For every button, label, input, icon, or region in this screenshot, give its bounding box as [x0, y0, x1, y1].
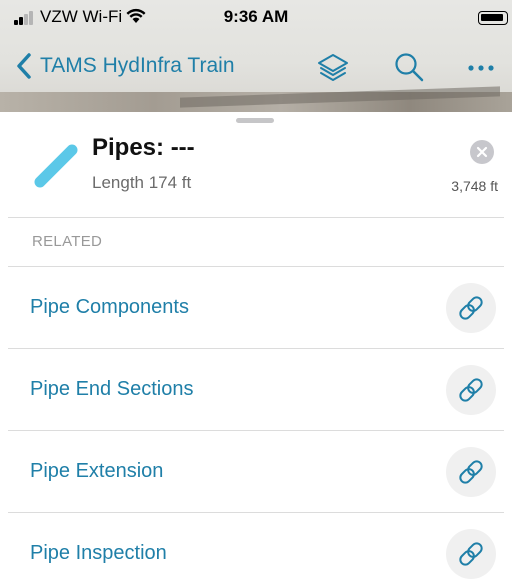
bottom-sheet: Pipes: --- Length 174 ft 3,748 ft RELATE… [8, 112, 504, 582]
close-icon [476, 146, 488, 158]
feature-subtitle: Length 174 ft [92, 173, 192, 192]
nav-bar: TAMS HydInfra Train [0, 44, 512, 88]
link-icon[interactable] [446, 365, 496, 415]
related-item-pipe-end-sections[interactable]: Pipe End Sections [8, 348, 504, 430]
link-icon[interactable] [446, 283, 496, 333]
related-item-label: Pipe End Sections [30, 378, 194, 400]
related-item-pipe-extension[interactable]: Pipe Extension [8, 430, 504, 512]
chevron-left-icon [17, 53, 31, 79]
feature-header: Pipes: --- Length 174 ft 3,748 ft [8, 112, 504, 218]
status-time: 9:36 AM [223, 7, 289, 26]
related-item-label: Pipe Inspection [30, 541, 167, 564]
related-list: Pipe Components Pipe End Sections Pipe E… [8, 266, 504, 582]
related-item-label: Pipe Extension [30, 460, 164, 482]
back-label: TAMS HydInfra Train [40, 54, 235, 77]
related-item-pipe-components[interactable]: Pipe Components [8, 266, 504, 348]
map-background: VZW Wi-Fi 9:36 AM TAMS HydInfra Train [0, 0, 512, 112]
link-icon[interactable] [446, 529, 496, 579]
distance-label: 3,748 ft [451, 178, 498, 194]
feature-title: Pipes: --- [92, 134, 195, 161]
battery-icon [478, 11, 508, 25]
map-strip [0, 92, 512, 112]
related-item-label: Pipe Components [30, 296, 189, 318]
pipe-icon [34, 144, 78, 188]
link-icon[interactable] [446, 447, 496, 497]
status-bar: VZW Wi-Fi 9:36 AM [0, 0, 512, 34]
more-icon[interactable] [464, 50, 498, 84]
related-item-pipe-inspection[interactable]: Pipe Inspection [8, 512, 504, 582]
related-section-header: RELATED [32, 233, 103, 250]
back-button[interactable]: TAMS HydInfra Train [14, 50, 235, 82]
close-button[interactable] [470, 140, 494, 164]
layers-icon[interactable] [316, 50, 350, 84]
search-icon[interactable] [392, 50, 426, 84]
